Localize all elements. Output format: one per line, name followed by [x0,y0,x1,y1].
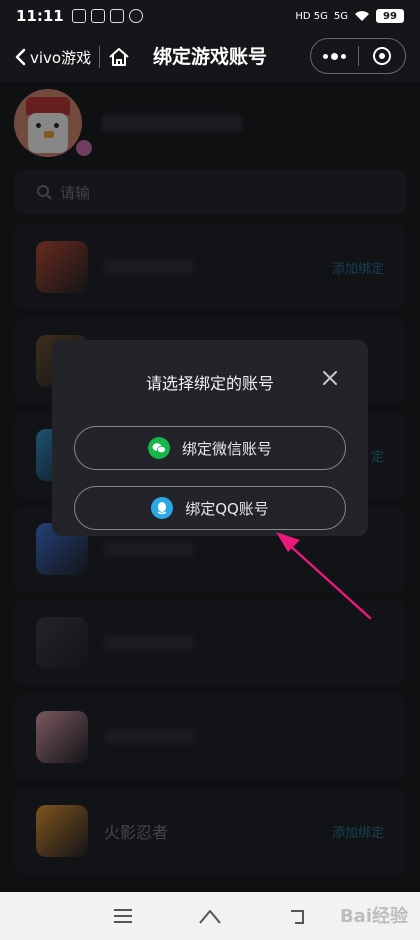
more-dot-icon [340,53,346,59]
play-icon [90,9,105,23]
notification-app-icon [71,9,86,23]
wifi-icon [355,11,369,21]
back-nav-icon[interactable] [287,907,307,925]
qq-icon [151,497,174,519]
wechat-icon [147,437,170,459]
message-icon [128,9,143,23]
more-dot-icon [330,52,338,60]
bind-wechat-button[interactable]: 绑定微信账号 [74,426,346,470]
battery-icon: 99 [376,9,404,23]
network-indicator-2: 5G [333,10,348,22]
close-miniapp-button[interactable] [359,47,406,65]
bind-qq-label: 绑定QQ账号 [185,499,269,518]
dialog-title: 请选择绑定的账号 [145,374,274,393]
chevron-left-icon [15,48,26,66]
menu-icon[interactable] [113,908,133,924]
watermark: Bai经验 [339,906,408,927]
close-icon[interactable] [322,370,338,386]
miniapp-capsule [310,38,406,74]
bind-account-dialog: 请选择绑定的账号 绑定微信账号 绑定QQ账号 [52,340,368,536]
network-indicator-1: HD 5G [295,10,328,22]
home-icon [109,48,129,66]
home-button[interactable] [108,47,130,67]
more-button[interactable] [311,52,358,60]
back-button[interactable]: vivo游戏 [14,39,91,75]
home-icon[interactable] [198,907,222,925]
annotation-arrow-icon [276,532,372,620]
nav-bar: vivo游戏 绑定游戏账号 [0,32,420,82]
bind-wechat-label: 绑定微信账号 [181,439,272,458]
status-time: 11:11 [16,7,64,25]
more-dot-icon [322,53,328,59]
status-bar: 11:11 HD 5G 5G 99 [0,0,420,32]
notification-icons [71,9,143,23]
target-icon [372,47,391,65]
battery-level: 99 [383,10,397,22]
back-label: vivo游戏 [30,48,92,67]
nav-divider [99,46,101,68]
telegram-icon [109,9,124,23]
